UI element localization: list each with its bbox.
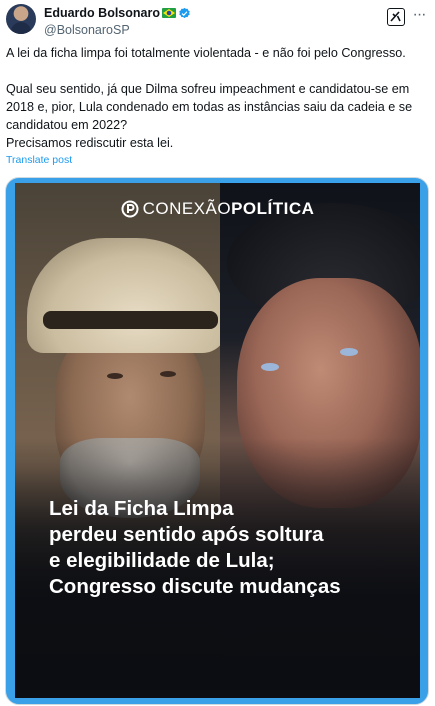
verified-badge-icon xyxy=(179,7,190,18)
brand-logo: CONEXÃO POLÍTICA xyxy=(15,199,420,219)
translate-post-link[interactable]: Translate post xyxy=(6,154,72,166)
grok-icon xyxy=(390,11,401,22)
card-headline: Lei da Ficha Limpa perdeu sentido após s… xyxy=(49,496,409,600)
grok-button[interactable] xyxy=(387,8,405,26)
more-options-button[interactable]: ··· xyxy=(411,7,427,26)
left-eye-1 xyxy=(107,373,123,379)
post-paragraph-2: Qual seu sentido, já que Dilma sofreu im… xyxy=(6,82,413,132)
post-text: A lei da ficha limpa foi totalmente viol… xyxy=(6,44,427,152)
author-info: Eduardo Bolsonaro @BolsonaroSP xyxy=(44,5,191,37)
post-paragraph-3: Precisamos rediscutir esta lei. xyxy=(6,136,174,150)
brand-name-part1: CONEXÃO xyxy=(142,199,232,218)
hat-band xyxy=(43,311,218,329)
post-paragraph-1: A lei da ficha limpa foi totalmente viol… xyxy=(6,46,406,60)
avatar[interactable] xyxy=(6,4,36,34)
brazil-flag-icon xyxy=(161,8,176,18)
headline-line-1: Lei da Ficha Limpa xyxy=(49,497,234,520)
conexao-politica-logo-icon xyxy=(121,200,139,218)
right-eye-2 xyxy=(340,348,358,356)
headline-line-2: perdeu sentido após soltura xyxy=(49,523,324,546)
headline-line-3: e elegibilidade de Lula; xyxy=(49,549,275,572)
handle[interactable]: @BolsonaroSP xyxy=(44,23,191,37)
post-media[interactable]: CONEXÃO POLÍTICA Lei da Ficha Limpa perde… xyxy=(5,177,429,705)
brand-name-part2: POLÍTICA xyxy=(231,199,315,218)
post-header: Eduardo Bolsonaro @BolsonaroSP ··· xyxy=(6,4,427,40)
left-eye-2 xyxy=(160,371,176,377)
post: Eduardo Bolsonaro @BolsonaroSP ··· A lei… xyxy=(0,0,435,706)
right-eye-1 xyxy=(261,363,279,371)
news-card-image: CONEXÃO POLÍTICA Lei da Ficha Limpa perde… xyxy=(15,183,420,698)
display-name[interactable]: Eduardo Bolsonaro xyxy=(44,6,160,20)
headline-line-4: Congresso discute mudanças xyxy=(49,575,341,598)
